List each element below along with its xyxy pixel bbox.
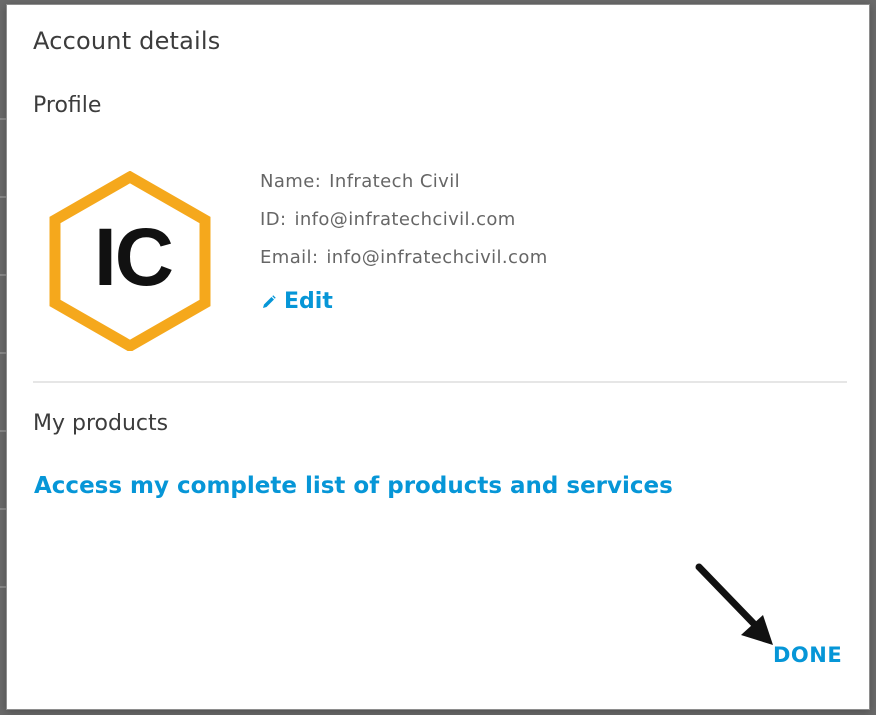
products-section-title: My products — [33, 411, 169, 436]
section-divider — [33, 381, 847, 383]
edit-profile-link[interactable]: Edit — [262, 289, 333, 314]
profile-info: Name: Infratech Civil ID: info@infratechci… — [260, 171, 548, 285]
pencil-icon — [263, 294, 276, 308]
done-button[interactable]: DONE — [773, 643, 842, 667]
products-list-link[interactable]: Access my complete list of products and … — [34, 473, 673, 499]
name-label: Name: — [260, 171, 322, 192]
dialog-title: Account details — [33, 27, 221, 55]
profile-section-title: Profile — [33, 93, 102, 118]
name-value: Infratech Civil — [329, 171, 461, 192]
id-value: info@infratechcivil.com — [294, 209, 516, 230]
email-row: Email: info@infratechcivil.com — [260, 247, 548, 285]
arrow-annotation-icon — [691, 559, 781, 651]
id-row: ID: info@infratechcivil.com — [260, 209, 548, 247]
email-label: Email: — [260, 247, 319, 268]
company-logo: IC — [47, 170, 213, 353]
email-value: info@infratechcivil.com — [326, 247, 548, 268]
id-label: ID: — [260, 209, 287, 230]
logo-text: IC — [94, 212, 172, 303]
name-row: Name: Infratech Civil — [260, 171, 548, 209]
account-details-dialog: Account details Profile IC Name: Infratec… — [6, 4, 870, 710]
edit-label: Edit — [284, 289, 333, 314]
